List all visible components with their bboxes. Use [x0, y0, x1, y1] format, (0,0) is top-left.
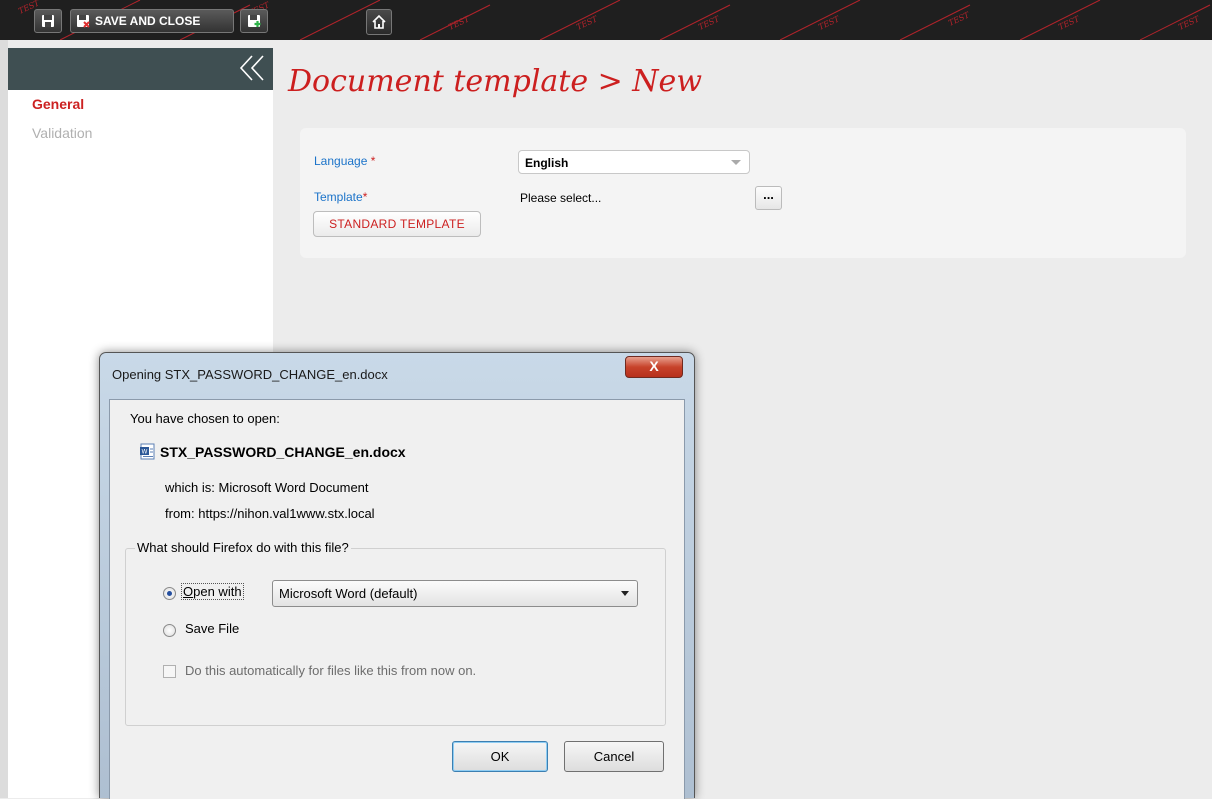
from-value: https://nihon.val1www.stx.local — [198, 506, 375, 521]
open-with-app-select[interactable]: Microsoft Word (default) — [272, 580, 638, 607]
close-icon: X — [649, 358, 659, 374]
watermark-text: TEST — [817, 14, 841, 32]
watermark-text: TEST — [697, 14, 721, 32]
watermark-text: TEST — [1177, 14, 1201, 32]
ok-button[interactable]: OK — [452, 741, 548, 772]
floppy-disk-icon — [42, 15, 54, 27]
language-select[interactable]: English — [518, 150, 750, 174]
sidebar-item-validation[interactable]: Validation — [32, 125, 92, 141]
watermark-text: TEST — [1057, 14, 1081, 32]
chevron-down-icon — [731, 160, 741, 165]
from-label: from: — [165, 506, 195, 521]
auto-action-label: Do this automatically for files like thi… — [185, 663, 477, 678]
which-is-value: Microsoft Word Document — [218, 480, 369, 495]
left-edge — [0, 40, 8, 798]
dialog-close-button[interactable]: X — [625, 356, 683, 378]
home-icon — [372, 14, 386, 29]
standard-template-label: STANDARD TEMPLATE — [329, 217, 465, 231]
open-with-radio[interactable] — [163, 587, 176, 600]
dialog-intro: You have chosen to open: — [130, 411, 280, 426]
page-title: Document template > New — [288, 64, 702, 99]
action-question: What should Firefox do with this file? — [135, 540, 351, 555]
file-type-row: which is: Microsoft Word Document — [165, 480, 369, 495]
dialog-title: Opening STX_PASSWORD_CHANGE_en.docx — [112, 367, 388, 382]
ok-label: OK — [490, 749, 510, 764]
save-and-close-button[interactable]: SAVE AND CLOSE — [70, 9, 234, 33]
word-document-icon: W — [140, 443, 155, 460]
auto-action-checkbox[interactable] — [163, 665, 176, 678]
save-and-new-button[interactable] — [240, 9, 268, 33]
action-fieldset: What should Firefox do with this file? — [125, 540, 666, 726]
dialog-filename: STX_PASSWORD_CHANGE_en.docx — [160, 444, 406, 460]
save-file-label[interactable]: Save File — [185, 621, 239, 636]
top-toolbar: TEST TEST TEST TEST TEST TEST TEST TEST … — [0, 0, 1212, 40]
dropdown-arrow-icon — [621, 591, 629, 596]
sidebar-header — [8, 48, 273, 90]
save-new-icon — [248, 15, 261, 27]
required-marker: * — [370, 154, 376, 168]
language-label: Language * — [314, 154, 376, 168]
watermark-text: TEST — [447, 14, 471, 32]
open-with-label[interactable]: Open with — [181, 583, 244, 600]
cancel-button[interactable]: Cancel — [564, 741, 664, 772]
open-with-app-value: Microsoft Word (default) — [279, 586, 418, 601]
browse-template-button[interactable]: ... — [755, 186, 782, 210]
cancel-label: Cancel — [593, 749, 635, 764]
save-button[interactable] — [34, 9, 62, 33]
home-button[interactable] — [366, 9, 392, 35]
required-marker: * — [362, 190, 368, 204]
which-is-label: which is: — [165, 480, 215, 495]
save-file-radio[interactable] — [163, 624, 176, 637]
template-value: Please select... — [520, 191, 602, 205]
save-and-close-label: SAVE AND CLOSE — [95, 14, 201, 28]
svg-text:W: W — [142, 449, 148, 456]
collapse-sidebar-icon[interactable] — [239, 54, 265, 82]
save-close-icon — [76, 14, 90, 28]
template-label: Template* — [314, 190, 368, 204]
watermark-text: TEST — [947, 10, 971, 28]
file-source-row: from: https://nihon.val1www.stx.local — [165, 506, 375, 521]
standard-template-button[interactable]: STANDARD TEMPLATE — [313, 211, 481, 237]
language-select-value: English — [525, 156, 569, 170]
form-panel — [300, 128, 1186, 258]
sidebar-item-general[interactable]: General — [32, 96, 84, 112]
